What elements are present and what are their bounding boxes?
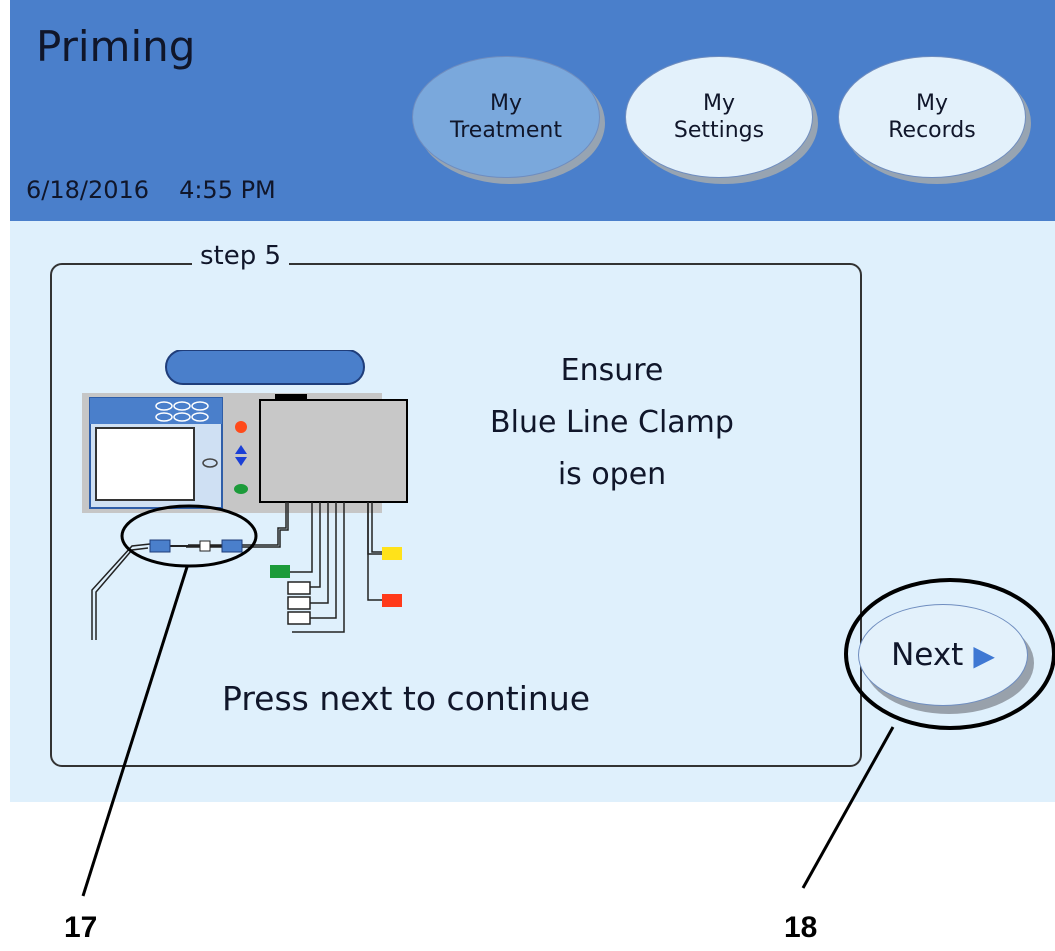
callout-circle-17 — [120, 504, 258, 568]
callout-label-18: 18 — [784, 911, 818, 944]
callout-label-17: 17 — [64, 911, 98, 944]
callout-line-17 — [81, 566, 189, 897]
callout-line-18 — [801, 726, 895, 889]
callout-circle-18 — [844, 578, 1055, 730]
callout-overlay — [81, 504, 1055, 897]
